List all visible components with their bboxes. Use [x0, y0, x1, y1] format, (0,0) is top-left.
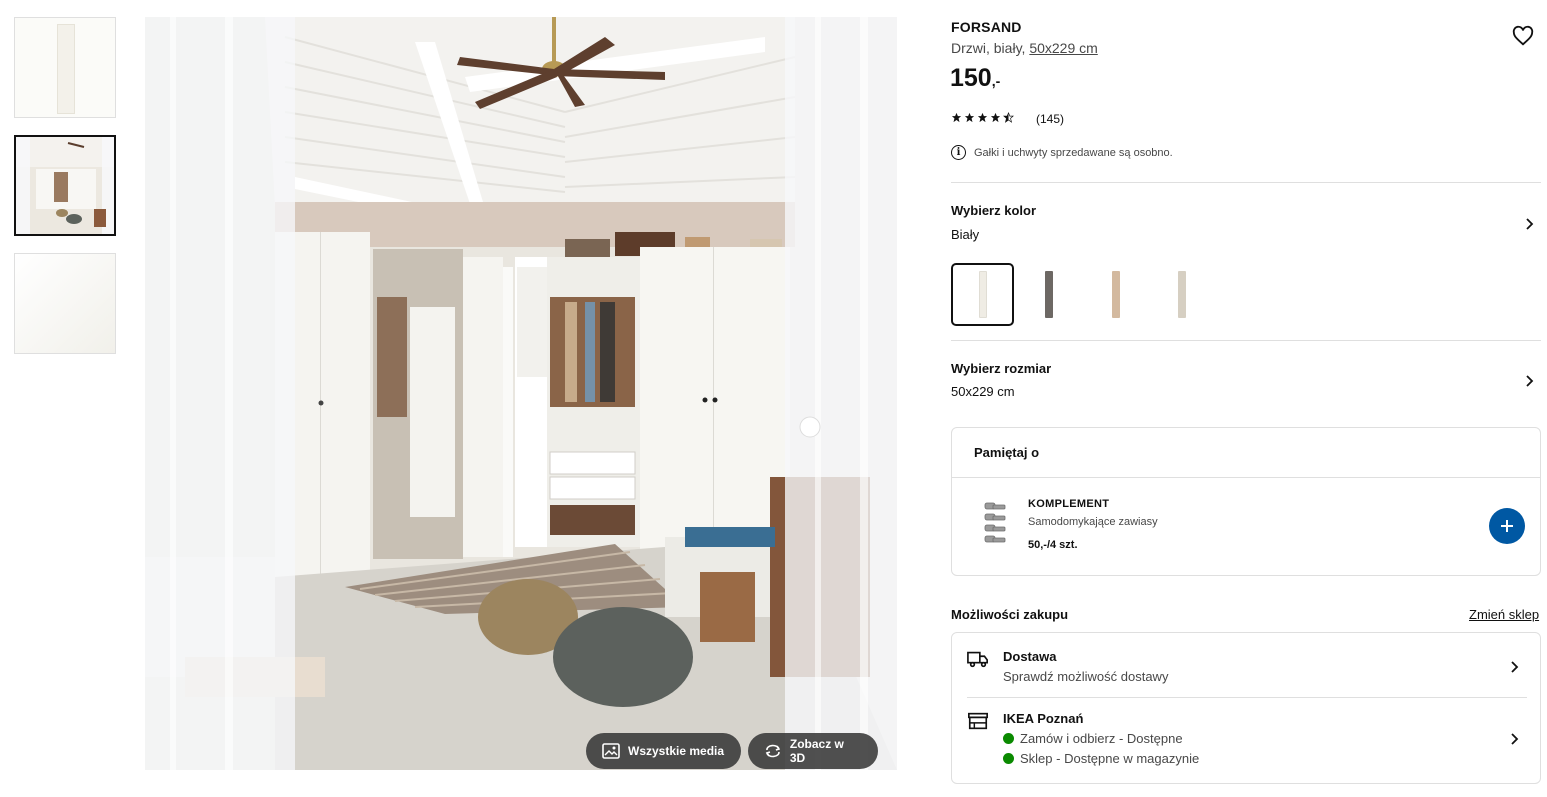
- swatch-door-white: [978, 271, 987, 318]
- door-detail-thumbnail-image: [15, 254, 115, 353]
- product-name: FORSAND: [951, 19, 1022, 35]
- product-size-link[interactable]: 50x229 cm: [1029, 40, 1097, 56]
- view-3d-label: Zobacz w 3D: [789, 737, 844, 765]
- divider: [951, 182, 1541, 183]
- divider: [951, 340, 1541, 341]
- delivery-subtitle: Sprawdź możliwość dostawy: [1003, 669, 1169, 684]
- star-icon: [990, 112, 1001, 123]
- rating-stars[interactable]: [951, 112, 1014, 123]
- info-icon: i: [951, 145, 966, 160]
- price-suffix: ,-: [991, 73, 1001, 89]
- remember-title: Pamiętaj o: [974, 445, 1040, 460]
- delivery-chevron-right-icon[interactable]: [1508, 661, 1520, 673]
- hinge-product-image: [984, 502, 1006, 543]
- swatch-door-grey-brown: [1044, 271, 1053, 318]
- thumbnail-door-detail[interactable]: [14, 253, 116, 354]
- product-price: 150,-: [950, 64, 1000, 93]
- product-description: Drzwi, biały, 50x229 cm: [951, 40, 1098, 56]
- favorite-heart-icon[interactable]: [1512, 25, 1534, 47]
- add-accessory-button[interactable]: [1489, 508, 1525, 544]
- plus-icon: [1501, 520, 1513, 532]
- product-description-text: Drzwi, biały,: [951, 40, 1030, 56]
- star-half-icon: [1003, 112, 1014, 123]
- all-media-label: Wszystkie media: [628, 744, 725, 758]
- change-store-link[interactable]: Zmień sklep: [1469, 607, 1539, 622]
- swatch-door-light-oak: [1111, 271, 1120, 318]
- color-swatch-white[interactable]: [951, 263, 1014, 326]
- color-swatch-light-oak[interactable]: [1084, 263, 1147, 326]
- store-status-1-text: Zamów i odbierz - Dostępne: [1020, 731, 1183, 746]
- room-thumbnail-image: [16, 137, 114, 234]
- swatch-door-beige: [1177, 271, 1186, 318]
- available-status-dot: [1003, 733, 1014, 744]
- purchase-options-title: Możliwości zakupu: [951, 607, 1069, 622]
- color-section-title: Wybierz kolor: [951, 203, 1037, 218]
- size-section-title: Wybierz rozmiar: [951, 361, 1052, 376]
- store-icon: [968, 712, 988, 730]
- truck-icon: [967, 651, 988, 668]
- delivery-title: Dostawa: [1003, 649, 1057, 664]
- accessory-price: 50,-/4 szt.: [1028, 539, 1078, 551]
- store-chevron-right-icon[interactable]: [1508, 733, 1520, 745]
- rotate-3d-icon: [765, 744, 781, 758]
- color-swatch-grey-brown[interactable]: [1017, 263, 1080, 326]
- accessory-description: Samodomykające zawiasy: [1028, 516, 1158, 528]
- door-thumbnail-image: [57, 24, 75, 114]
- view-3d-button[interactable]: Zobacz w 3D: [748, 733, 878, 769]
- thumbnail-door[interactable]: [14, 17, 116, 118]
- color-swatch-beige[interactable]: [1150, 263, 1213, 326]
- store-title: IKEA Poznań: [1003, 711, 1084, 726]
- thumbnail-room[interactable]: [14, 135, 116, 236]
- selected-size: 50x229 cm: [951, 384, 1015, 399]
- star-icon: [964, 112, 975, 123]
- price-main: 150: [950, 64, 992, 92]
- purchase-divider: [967, 697, 1527, 698]
- info-note-text: Gałki i uchwyty sprzedawane są osobno.: [974, 146, 1173, 159]
- accessory-name[interactable]: KOMPLEMENT: [1028, 498, 1109, 510]
- color-chevron-right-icon[interactable]: [1523, 218, 1535, 230]
- rating-count[interactable]: (145): [1036, 112, 1064, 126]
- star-icon: [951, 112, 962, 123]
- remember-divider: [952, 477, 1540, 478]
- size-chevron-right-icon[interactable]: [1523, 375, 1535, 387]
- all-media-button[interactable]: Wszystkie media: [586, 733, 741, 769]
- gallery-icon: [602, 743, 620, 759]
- main-product-image[interactable]: Wszystkie media Zobacz w 3D: [145, 17, 897, 770]
- store-status-2-text: Sklep - Dostępne w magazynie: [1020, 751, 1200, 766]
- selected-color: Biały: [951, 227, 980, 242]
- available-status-dot: [1003, 753, 1014, 764]
- store-status-stock: Sklep - Dostępne w magazynie: [1003, 751, 1199, 766]
- room-photo: [145, 17, 897, 770]
- info-note: i Gałki i uchwyty sprzedawane są osobno.: [951, 145, 1173, 160]
- store-status-click-collect: Zamów i odbierz - Dostępne: [1003, 731, 1183, 746]
- star-icon: [977, 112, 988, 123]
